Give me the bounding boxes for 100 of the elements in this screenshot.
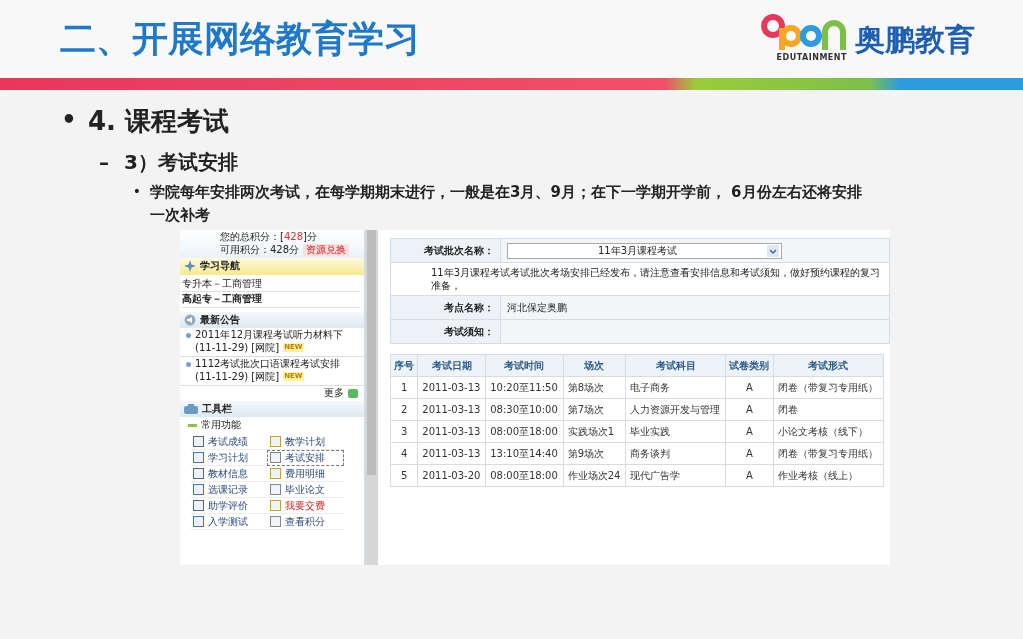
document-icon <box>270 516 281 527</box>
brand-name: 奥鹏教育 <box>855 20 975 59</box>
table-cell: 2011-03-13 <box>417 376 486 399</box>
more-link[interactable]: 更多 <box>324 387 344 400</box>
table-cell: 2 <box>390 398 418 421</box>
table-cell: 闭卷（带复习专用纸） <box>773 376 884 399</box>
column-header: 考试形式 <box>773 354 884 377</box>
table-cell: 1 <box>390 376 418 399</box>
table-cell: 2011-03-13 <box>417 442 486 465</box>
bullet-icon <box>186 362 191 367</box>
table-cell: 商务谈判 <box>625 442 726 465</box>
document-icon <box>270 436 281 447</box>
toolbar-link[interactable]: 查看积分 <box>267 513 344 530</box>
table-cell: 第9场次 <box>563 442 626 465</box>
toolbar-link[interactable]: 选课记录 <box>190 481 267 498</box>
toolbar-link[interactable]: 考试安排 <box>267 449 344 466</box>
table-cell: 08:00至18:00 <box>485 464 564 487</box>
bullet-marker: • <box>131 182 143 201</box>
toolbar-link[interactable]: 入学测试 <box>190 513 267 530</box>
toolbox-icon <box>184 403 198 414</box>
table-cell: 08:30至10:00 <box>485 398 564 421</box>
group-title: 常用功能 <box>201 419 241 432</box>
toolbar-link[interactable]: 教学计划 <box>267 433 344 450</box>
notice-text: 11年3月课程考试考试批次考场安排已经发布，请注意查看安排信息和考试须知，做好预约课程的复习准备， <box>431 267 881 291</box>
toolbar-link[interactable]: 教材信息 <box>190 465 267 482</box>
column-header: 考试时间 <box>485 354 564 377</box>
document-icon <box>270 452 281 463</box>
table-cell: A <box>725 398 774 421</box>
table-cell: 4 <box>390 442 418 465</box>
redeem-button[interactable]: 资源兑换 <box>303 243 350 256</box>
table-cell: 人力资源开发与管理 <box>625 398 726 421</box>
points-total: 您的总积分：[428]分 <box>220 231 318 244</box>
table-cell: A <box>725 376 774 399</box>
document-icon <box>193 516 204 527</box>
toolbar-link[interactable]: 费用明细 <box>267 465 344 482</box>
table-cell: 毕业实践 <box>625 420 726 443</box>
table-cell: 闭卷 <box>773 398 884 421</box>
table-cell: 作业场次24 <box>563 464 626 487</box>
table-cell: 2011-03-13 <box>417 398 486 421</box>
paragraph: 学院每年安排两次考试，在每学期期末进行，一般是在3月、9月；在下一学期开学前， 6月份左右还将安排一次补考 <box>150 182 863 226</box>
document-icon <box>270 500 281 511</box>
notice-link[interactable]: 2011年12月课程考试听力材料下 <box>195 329 344 342</box>
heading: 3）考试安排 <box>124 149 238 176</box>
table-cell: 2011-03-13 <box>417 420 486 443</box>
table-cell: 13:10至14:40 <box>485 442 564 465</box>
batch-select[interactable]: 11年3月课程考试 <box>507 242 782 259</box>
column-header: 场次 <box>563 354 626 377</box>
table-cell: A <box>725 464 774 487</box>
logo-icon <box>761 14 847 52</box>
slide-title: 二、开展网络教育学习 <box>60 17 420 61</box>
document-icon <box>193 468 204 479</box>
table-cell: 现代广告学 <box>625 464 726 487</box>
points-available: 可用积分：428分 <box>220 243 300 256</box>
column-header: 考试日期 <box>417 354 486 377</box>
document-icon <box>270 484 281 495</box>
notice-meta: (11-11-29) [网院] <box>195 370 280 383</box>
field-value: 河北保定奥鹏 <box>500 295 890 320</box>
table-cell: 第8场次 <box>563 376 626 399</box>
table-cell: 小论文考核（线下） <box>773 420 884 443</box>
document-icon <box>193 436 204 447</box>
column-header: 试卷类别 <box>725 354 774 377</box>
field-label: 考试批次名称： <box>390 238 501 263</box>
column-header: 考试科目 <box>625 354 726 377</box>
table-cell: 10:20至11:50 <box>485 376 564 399</box>
table-cell: 08:00至18:00 <box>485 420 564 443</box>
toolbar-link[interactable]: 助学评价 <box>190 497 267 514</box>
bullet-icon <box>186 333 191 338</box>
table-cell: 实践场次1 <box>563 420 626 443</box>
notice-link[interactable]: 1112考试批次口语课程考试安排 <box>195 358 341 371</box>
toolbar-link[interactable]: 我要交费 <box>267 497 344 514</box>
document-icon <box>193 484 204 495</box>
nav-link[interactable]: 专升本－工商管理 <box>182 276 360 292</box>
table-cell: 5 <box>390 464 418 487</box>
panel-title: 学习导航 <box>200 260 240 273</box>
table-cell: 3 <box>390 420 418 443</box>
table-cell: 2011-03-20 <box>417 464 486 487</box>
table-cell: 第7场次 <box>563 398 626 421</box>
document-icon <box>193 500 204 511</box>
speaker-icon <box>184 313 196 326</box>
notice-meta: (11-11-29) [网院] <box>195 341 280 354</box>
field-label: 考试须知： <box>390 319 501 344</box>
heading: 4. 课程考试 <box>88 105 230 138</box>
nav-link[interactable]: 高起专－工商管理 <box>182 292 360 308</box>
document-icon <box>193 452 204 463</box>
panel-title: 最新公告 <box>200 313 240 326</box>
table-cell: A <box>725 442 774 465</box>
bullet-marker: • <box>60 105 78 136</box>
toolbar-link[interactable]: 考试成绩 <box>190 433 267 450</box>
collapse-icon <box>188 423 197 427</box>
table-cell: A <box>725 420 774 443</box>
toolbar-link[interactable]: 毕业论文 <box>267 481 344 498</box>
logo-tagline: EDUTAINMENT <box>776 52 847 64</box>
table-cell: 闭卷（带复习专用纸） <box>773 442 884 465</box>
table-cell: 作业考核（线上） <box>773 464 884 487</box>
field-label: 考点名称： <box>390 295 501 320</box>
panel-title: 工具栏 <box>202 402 232 415</box>
document-icon <box>270 468 281 479</box>
compass-icon <box>184 260 196 273</box>
table-cell: 电子商务 <box>625 376 726 399</box>
toolbar-link[interactable]: 学习计划 <box>190 449 267 466</box>
